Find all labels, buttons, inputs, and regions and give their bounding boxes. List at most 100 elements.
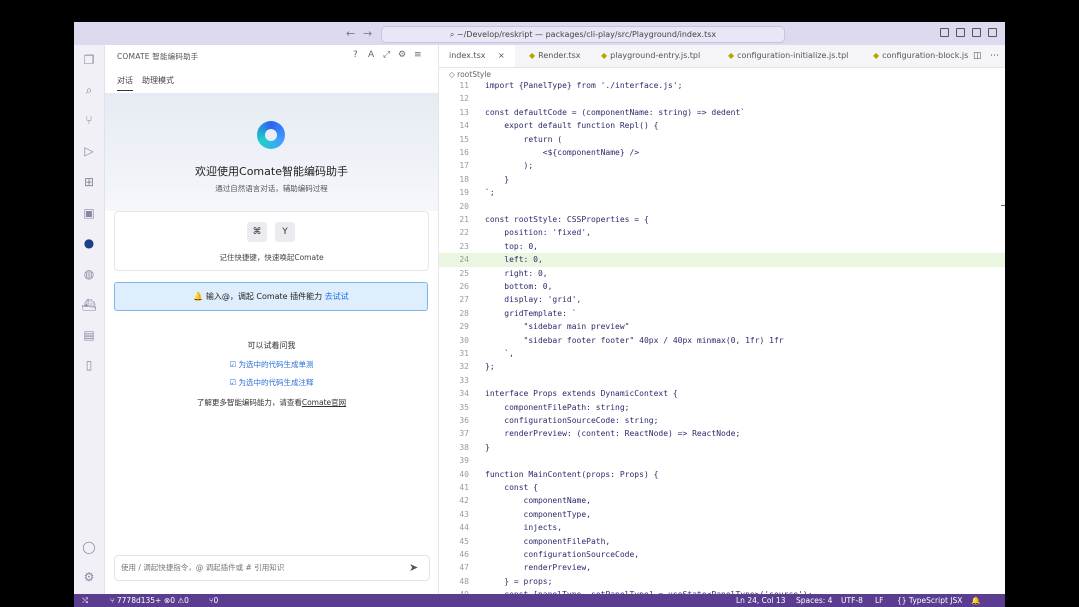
tab-chat[interactable]: 对话 <box>117 75 133 86</box>
comate-icon[interactable]: ● <box>81 235 97 251</box>
line-text: position: 'fixed', <box>485 228 591 238</box>
code-line[interactable]: 35 componentFilePath: string; <box>439 401 1005 414</box>
bell-icon[interactable]: 🔔 <box>971 594 980 607</box>
code-line[interactable]: 29 "sidebar main preview" <box>439 320 1005 333</box>
settings-gear-icon[interactable]: ⚙ <box>81 569 97 585</box>
code-line[interactable]: 41 const { <box>439 481 1005 494</box>
code-line[interactable]: 32}; <box>439 360 1005 373</box>
encoding-status[interactable]: UTF-8 <box>841 594 863 607</box>
code-line[interactable]: 21 const rootStyle: CSSProperties = { <box>439 213 1005 226</box>
code-line[interactable]: 45 componentFilePath, <box>439 535 1005 548</box>
ports-status[interactable]: ⑂0 <box>209 594 218 607</box>
github-icon[interactable]: ◍ <box>81 266 97 282</box>
more-actions-icon[interactable]: ⋯ <box>990 45 999 67</box>
settings-icon[interactable]: ⚙ <box>398 50 406 60</box>
code-line[interactable]: 16 <${componentName} /> <box>439 146 1005 159</box>
code-line[interactable]: 46 configurationSourceCode, <box>439 548 1005 561</box>
toggle-secondary-sidebar-icon[interactable] <box>972 28 981 37</box>
tab-configuration-initialize[interactable]: ◆ configuration-initialize.js.tpl <box>728 45 848 67</box>
code-line[interactable]: 39 <box>439 454 1005 467</box>
tab-configuration-block[interactable]: ◆ configuration-block.js <box>873 45 968 67</box>
tab-render-tsx[interactable]: ◆ Render.tsx <box>529 45 580 67</box>
source-control-icon[interactable]: ⑂ <box>81 112 97 128</box>
account-icon[interactable]: ◯ <box>81 539 97 555</box>
remote-indicator-icon[interactable]: ⤭ <box>82 594 88 607</box>
file-icon: ◆ <box>873 51 880 60</box>
search-icon[interactable]: ⌕ <box>81 82 97 98</box>
code-line[interactable]: 13 const defaultCode = (componentName: st… <box>439 106 1005 119</box>
forward-arrow-icon[interactable]: → <box>363 27 372 40</box>
code-line[interactable]: 17 ); <box>439 159 1005 172</box>
code-line[interactable]: 27 display: 'grid', <box>439 293 1005 306</box>
line-number: 23 <box>459 241 469 251</box>
toggle-panel-icon[interactable] <box>956 28 965 37</box>
close-icon[interactable]: × <box>498 51 505 60</box>
language-mode[interactable]: {} TypeScript JSX <box>897 594 962 607</box>
breadcrumb[interactable]: ◇ rootStyle <box>449 70 491 79</box>
back-arrow-icon[interactable]: ← <box>346 27 355 40</box>
indentation-status[interactable]: Spaces: 4 <box>796 594 832 607</box>
explorer-icon[interactable]: ❐ <box>81 52 97 68</box>
comate-site-link[interactable]: Comate官网 <box>302 398 346 407</box>
extensions-icon[interactable]: ⊞ <box>81 174 97 190</box>
command-center-text: ~/Develop/reskript — packages/cli-play/s… <box>456 30 717 39</box>
code-line[interactable]: 38} <box>439 441 1005 454</box>
code-line[interactable]: 34 interface Props extends DynamicContext… <box>439 387 1005 400</box>
suggestion-comments[interactable]: ☑ 为选中的代码生成注释 <box>105 377 438 388</box>
customize-layout-icon[interactable] <box>988 28 997 37</box>
expand-icon[interactable]: ⤢ <box>383 50 390 60</box>
problems-status[interactable]: ⊗0 ⚠0 <box>164 594 189 607</box>
code-line[interactable]: 31 `, <box>439 347 1005 360</box>
remote-explorer-icon[interactable]: ▣ <box>81 205 97 221</box>
code-line[interactable]: 23 top: 0, <box>439 240 1005 253</box>
code-line[interactable]: 40 function MainContent(props: Props) { <box>439 468 1005 481</box>
code-line[interactable]: 11 import {PanelType} from './interface.j… <box>439 79 1005 92</box>
code-line[interactable]: 42 componentName, <box>439 494 1005 507</box>
code-line[interactable]: 44 injects, <box>439 521 1005 534</box>
tab-playground-entry[interactable]: ◆ playground-entry.js.tpl <box>601 45 700 67</box>
code-line[interactable]: 26 bottom: 0, <box>439 280 1005 293</box>
line-text: renderPreview: (content: ReactNode) => R… <box>485 429 741 439</box>
title-bar: ← → ⌕ ~/Develop/reskript — packages/cli-… <box>74 22 1005 46</box>
code-line[interactable]: 47 renderPreview, <box>439 561 1005 574</box>
vscode-window: ← → ⌕ ~/Develop/reskript — packages/cli-… <box>74 22 1005 607</box>
eol-status[interactable]: LF <box>875 594 884 607</box>
tab-index-tsx[interactable]: index.tsx × <box>439 45 515 67</box>
run-debug-icon[interactable]: ▷ <box>81 143 97 159</box>
code-line[interactable]: 18 } <box>439 173 1005 186</box>
code-line[interactable]: 28 gridTemplate: ` <box>439 307 1005 320</box>
code-line[interactable]: 24 left: 0, <box>439 253 1005 267</box>
more-icon[interactable]: ≡ <box>414 50 422 60</box>
help-icon[interactable]: ? <box>353 50 358 60</box>
docker-icon[interactable]: ⛴ <box>81 297 97 313</box>
folder-icon[interactable]: ▤ <box>81 327 97 343</box>
command-center[interactable]: ⌕ ~/Develop/reskript — packages/cli-play… <box>381 26 785 43</box>
code-line[interactable]: 14 export default function Repl() { <box>439 119 1005 132</box>
code-line[interactable]: 33 <box>439 374 1005 387</box>
code-line[interactable]: 20 <box>439 200 1005 213</box>
code-line[interactable]: 19 `; <box>439 186 1005 199</box>
code-line[interactable]: 15 return ( <box>439 133 1005 146</box>
code-line[interactable]: 36 configurationSourceCode: string; <box>439 414 1005 427</box>
send-icon[interactable]: ➤ <box>409 561 418 574</box>
code-line[interactable]: 30 "sidebar footer footer" 40px / 40px m… <box>439 334 1005 347</box>
cursor-position[interactable]: Ln 24, Col 13 <box>736 594 785 607</box>
suggestion-unit-test[interactable]: ☑ 为选中的代码生成单测 <box>105 359 438 370</box>
bookmark-icon[interactable]: ▯ <box>81 357 97 373</box>
tab-assistant-mode[interactable]: 助理模式 <box>142 75 174 86</box>
code-line[interactable]: 12 <box>439 92 1005 105</box>
line-number: 46 <box>459 550 469 559</box>
code-line[interactable]: 22 position: 'fixed', <box>439 226 1005 239</box>
branch-status[interactable]: ⑂ 7778d135+ <box>110 594 161 607</box>
translate-icon[interactable]: A <box>368 50 374 60</box>
toggle-sidebar-icon[interactable] <box>940 28 949 37</box>
try-it-link[interactable]: 去试试 <box>325 292 349 301</box>
code-line[interactable]: 25 right: 0, <box>439 267 1005 280</box>
line-text: gridTemplate: ` <box>485 308 577 318</box>
code-line[interactable]: 43 componentType, <box>439 508 1005 521</box>
split-editor-icon[interactable]: ◫ <box>973 45 982 67</box>
code-line[interactable]: 37 renderPreview: (content: ReactNode) =… <box>439 427 1005 440</box>
chat-input[interactable] <box>121 560 401 575</box>
code-line[interactable]: 48 } = props; <box>439 575 1005 588</box>
status-bar: ⤭ ⑂ 7778d135+ ⊗0 ⚠0 ⑂0 Ln 24, Col 13 Spa… <box>74 594 1005 607</box>
